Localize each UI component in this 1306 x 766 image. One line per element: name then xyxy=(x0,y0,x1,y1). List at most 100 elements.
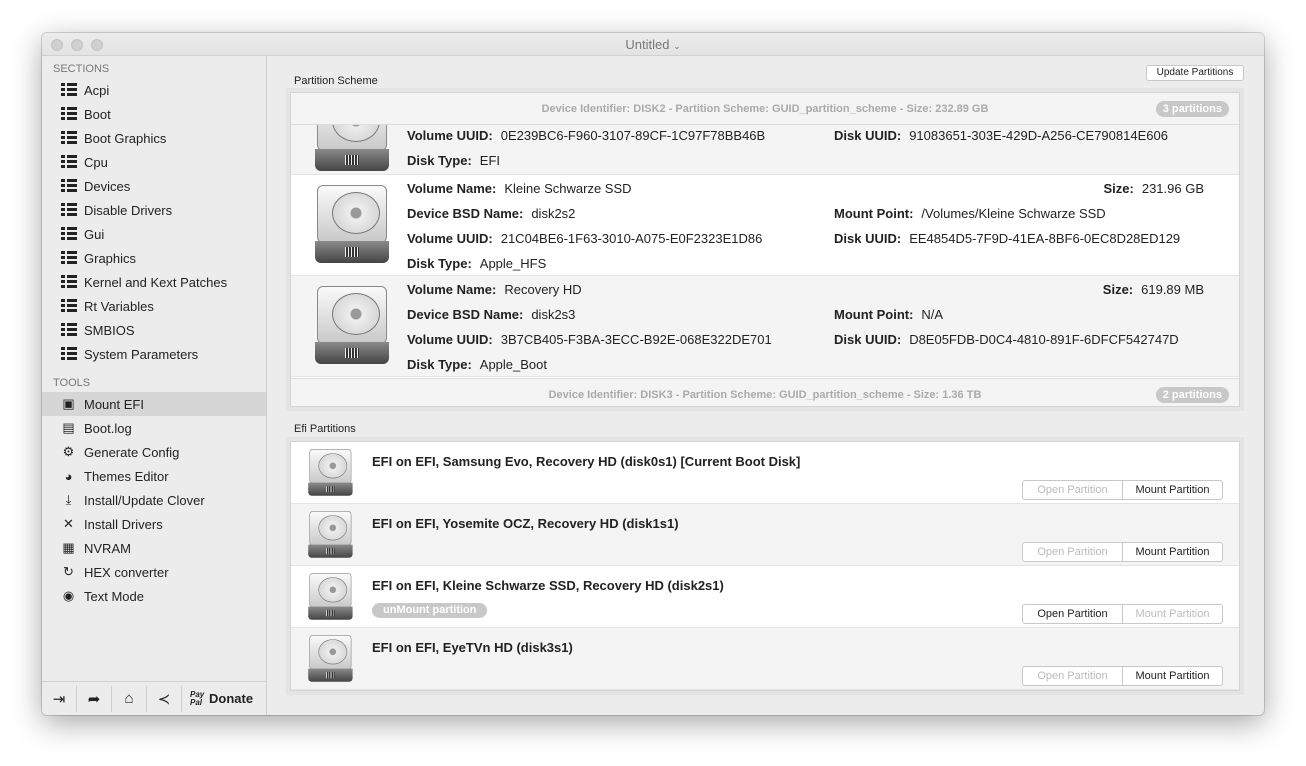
list-icon xyxy=(60,203,77,218)
sidebar-item-themes-editor[interactable]: ◕ Themes Editor xyxy=(42,464,266,488)
disk-icon-part xyxy=(318,577,348,603)
field-value: 21C04BE6-1F63-3010-A075-E0F2323E1D86 xyxy=(500,231,763,246)
sidebar-item-graphics[interactable]: Graphics xyxy=(42,246,266,270)
gear-icon: ⚙ xyxy=(62,444,75,459)
mount-partition-button[interactable]: Mount Partition xyxy=(1123,543,1222,561)
sidebar-item-smbios[interactable]: SMBIOS xyxy=(42,318,266,342)
update-partitions-button[interactable]: Update Partitions xyxy=(1146,65,1244,81)
sidebar-item-label: Gui xyxy=(84,226,105,242)
field-label: Size: xyxy=(1102,282,1134,297)
disk-icon-part xyxy=(332,125,380,142)
efi-partitions-label: Efi Partitions xyxy=(294,423,356,435)
list-icon xyxy=(60,83,77,98)
sidebar-item-kernel-and-kext-patches[interactable]: Kernel and Kext Patches xyxy=(42,270,266,294)
sidebar-item-text-mode[interactable]: ◉ Text Mode xyxy=(42,584,266,608)
sidebar-item-label: Graphics xyxy=(84,250,137,266)
volume-uuid: Volume UUID: 21C04BE6-1F63-3010-A075-E0F2… xyxy=(407,231,762,246)
sign-in-icon[interactable]: ⇥ xyxy=(42,685,77,712)
disk-icon-part xyxy=(318,453,348,479)
sidebar-item-generate-config[interactable]: ⚙ Generate Config xyxy=(42,440,266,464)
sidebar-item-devices[interactable]: Devices xyxy=(42,174,266,198)
sidebar-item-label: SMBIOS xyxy=(84,322,135,338)
partition-row[interactable]: Volume Name: Recovery HD Size: 619.89 MB D… xyxy=(291,276,1239,377)
disk-icon-part xyxy=(332,192,380,234)
sidebar-item-label: Devices xyxy=(84,178,131,194)
sidebar-item-rt-variables[interactable]: Rt Variables xyxy=(42,294,266,318)
efi-partition-row[interactable]: EFI on EFI, EyeTVn HD (disk3s1) Open Par… xyxy=(291,628,1239,690)
sidebar-item-label: Rt Variables xyxy=(84,298,154,314)
field-label: Mount Point: xyxy=(834,206,914,221)
efi-partition-row[interactable]: EFI on EFI, Samsung Evo, Recovery HD (di… xyxy=(291,442,1239,504)
sidebar-item-hex-converter[interactable]: ↻ HEX converter xyxy=(42,560,266,584)
sidebar-item-install-update-clover[interactable]: ⤓ Install/Update Clover xyxy=(42,488,266,512)
sidebar-item-acpi[interactable]: Acpi xyxy=(42,78,266,102)
donate-button[interactable]: Pay Pal Donate xyxy=(182,690,253,707)
home-icon[interactable]: ⌂ xyxy=(112,685,147,712)
sidebar-item-gui[interactable]: Gui xyxy=(42,222,266,246)
export-icon[interactable]: ➦ xyxy=(77,685,112,712)
sections-label: SECTIONS xyxy=(53,63,110,75)
sidebar-item-install-drivers[interactable]: ✕ Install Drivers xyxy=(42,512,266,536)
disk-uuid: Disk UUID: EE4854D5-7F9D-41EA-8BF6-0EC8D2… xyxy=(834,231,1180,246)
volume-uuid: Volume UUID: 3B7CB405-F3BA-3ECC-B92E-068E… xyxy=(407,332,772,347)
sidebar-item-boot[interactable]: Boot xyxy=(42,102,266,126)
window-controls xyxy=(51,39,103,51)
disk-icon: ▣ xyxy=(62,396,75,411)
disk-icon-part xyxy=(317,125,387,151)
disk-icon-part xyxy=(309,635,352,670)
disk-icon-part xyxy=(315,241,389,263)
efi-partition-row[interactable]: EFI on EFI, Kleine Schwarze SSD, Recover… xyxy=(291,566,1239,628)
partition-row[interactable]: Volume Name: Kleine Schwarze SSD Size: 231… xyxy=(291,175,1239,276)
efi-partitions-list[interactable]: EFI on EFI, Samsung Evo, Recovery HD (di… xyxy=(290,441,1240,691)
minimize-button[interactable] xyxy=(71,39,83,51)
partition-scheme-list[interactable]: Device Identifier: DISK2 - Partition Sch… xyxy=(290,92,1240,407)
disk3-partition-count-badge: 2 partitions xyxy=(1155,387,1229,403)
disk-icon-part xyxy=(308,606,353,620)
hard-disk-icon xyxy=(313,185,391,267)
zoom-button[interactable] xyxy=(91,39,103,51)
tools-label: TOOLS xyxy=(53,377,91,389)
disk-icon-part xyxy=(315,149,389,171)
mount-partition-button[interactable]: Mount Partition xyxy=(1123,605,1222,623)
partition-row[interactable]: Volume UUID: 0E239BC6-F960-3107-89CF-1C97… xyxy=(291,125,1239,175)
field-value: 3B7CB405-F3BA-3ECC-B92E-068E322DE701 xyxy=(500,332,772,347)
disk-icon-part xyxy=(332,293,380,335)
volume-uuid: Volume UUID: 0E239BC6-F960-3107-89CF-1C97… xyxy=(407,128,765,143)
mount-partition-button[interactable]: Mount Partition xyxy=(1123,481,1222,499)
open-partition-button[interactable]: Open Partition xyxy=(1023,481,1123,499)
open-partition-button[interactable]: Open Partition xyxy=(1023,667,1123,685)
field-value: Recovery HD xyxy=(504,282,582,297)
mount-partition-button[interactable]: Mount Partition xyxy=(1123,667,1222,685)
sidebar-item-nvram[interactable]: ▦ NVRAM xyxy=(42,536,266,560)
window-title[interactable]: Untitled xyxy=(625,37,669,52)
unmount-partition-button[interactable]: unMount partition xyxy=(372,603,488,618)
open-partition-button[interactable]: Open Partition xyxy=(1023,543,1123,561)
sidebar-item-label: Boot Graphics xyxy=(84,130,167,146)
share-icon[interactable]: ≺ xyxy=(147,685,182,712)
sidebar-item-disable-drivers[interactable]: Disable Drivers xyxy=(42,198,266,222)
device-bsd-name: Device BSD Name: disk2s3 xyxy=(407,307,575,322)
eye-icon: ◉ xyxy=(62,588,75,603)
field-value: 91083651-303E-429D-A256-CE790814E606 xyxy=(909,128,1168,143)
sidebar-item-boot-log[interactable]: ▤ Boot.log xyxy=(42,416,266,440)
open-partition-button[interactable]: Open Partition xyxy=(1023,605,1123,623)
sidebar-item-label: Install Drivers xyxy=(84,516,163,532)
disk3-header-text: Device Identifier: DISK3 - Partition Sch… xyxy=(548,389,982,401)
sidebar-item-label: Boot xyxy=(84,106,111,122)
sidebar-item-mount-efi[interactable]: ▣ Mount EFI xyxy=(42,392,266,416)
sidebar-item-boot-graphics[interactable]: Boot Graphics xyxy=(42,126,266,150)
field-value: EFI xyxy=(479,153,501,168)
disk-icon-part xyxy=(317,185,387,243)
sidebar-item-cpu[interactable]: Cpu xyxy=(42,150,266,174)
efi-partition-row[interactable]: EFI on EFI, Yosemite OCZ, Recovery HD (d… xyxy=(291,504,1239,566)
tools-icon: ✕ xyxy=(63,516,74,531)
hard-disk-icon xyxy=(307,511,354,560)
field-label: Disk Type: xyxy=(407,153,472,168)
close-button[interactable] xyxy=(51,39,63,51)
sidebar-item-label: Disable Drivers xyxy=(84,202,173,218)
sidebar-item-label: Text Mode xyxy=(84,588,144,604)
efi-partition-title: EFI on EFI, Yosemite OCZ, Recovery HD (d… xyxy=(372,516,679,531)
list-icon xyxy=(60,107,77,122)
chevron-down-icon[interactable]: ⌄ xyxy=(673,41,681,51)
sidebar-item-system-parameters[interactable]: System Parameters xyxy=(42,342,266,366)
